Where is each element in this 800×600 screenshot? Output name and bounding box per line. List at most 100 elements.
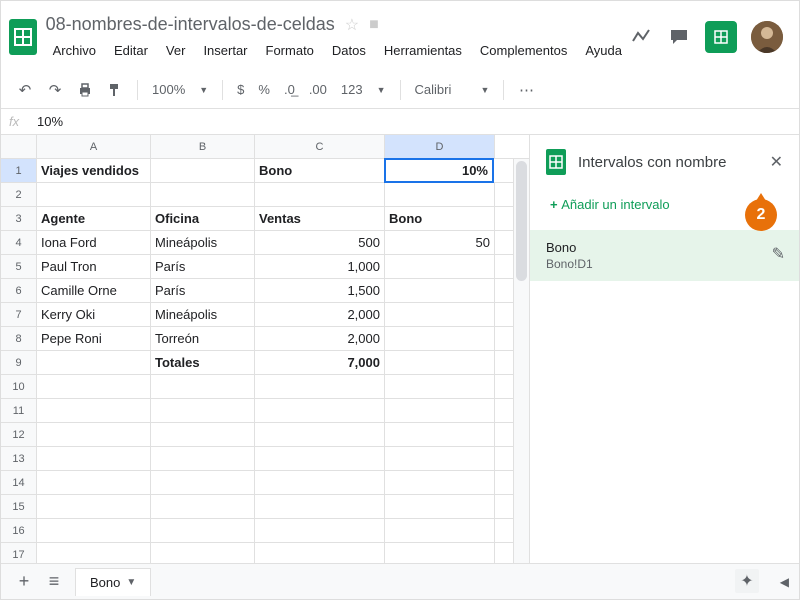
spreadsheet-grid[interactable]: A B C D 1Viajes vendidosBono10%23AgenteO… <box>1 135 529 593</box>
redo-button[interactable]: ↷ <box>43 78 67 102</box>
row-header[interactable]: 11 <box>1 399 37 422</box>
close-icon[interactable]: ✕ <box>770 152 783 172</box>
cell[interactable] <box>385 447 495 470</box>
cell[interactable]: Agente <box>37 207 151 230</box>
cell[interactable]: Viajes vendidos <box>37 159 151 182</box>
cell[interactable]: Kerry Oki <box>37 303 151 326</box>
edit-icon[interactable]: ✎ <box>772 244 785 264</box>
cell[interactable]: Torreón <box>151 327 255 350</box>
sheet-tab-bono[interactable]: Bono ▼ <box>75 568 151 596</box>
cell[interactable]: París <box>151 279 255 302</box>
paint-format-button[interactable] <box>103 78 127 102</box>
undo-button[interactable]: ↶ <box>13 78 37 102</box>
formula-bar[interactable]: fx 10% <box>1 109 799 135</box>
comment-icon[interactable] <box>667 25 691 49</box>
cell[interactable] <box>151 423 255 446</box>
decrease-decimal-button[interactable]: .0̲ <box>280 82 299 97</box>
cell[interactable]: 1,000 <box>255 255 385 278</box>
row-header[interactable]: 12 <box>1 423 37 446</box>
row-header[interactable]: 10 <box>1 375 37 398</box>
cell[interactable]: Ventas <box>255 207 385 230</box>
select-all-corner[interactable] <box>1 135 37 158</box>
cell[interactable] <box>151 375 255 398</box>
row-header[interactable]: 9 <box>1 351 37 374</box>
increase-decimal-button[interactable]: .00 <box>305 82 331 97</box>
menu-ver[interactable]: Ver <box>159 39 193 62</box>
cell[interactable] <box>255 399 385 422</box>
cell[interactable] <box>37 471 151 494</box>
cell[interactable] <box>385 495 495 518</box>
side-panel-toggle[interactable]: ◀ <box>780 575 789 589</box>
cell[interactable] <box>37 423 151 446</box>
cell[interactable]: 1,500 <box>255 279 385 302</box>
cell[interactable] <box>151 447 255 470</box>
percent-button[interactable]: % <box>254 82 274 97</box>
cell[interactable]: 500 <box>255 231 385 254</box>
row-header[interactable]: 5 <box>1 255 37 278</box>
sheets-logo[interactable] <box>9 17 38 57</box>
row-header[interactable]: 8 <box>1 327 37 350</box>
col-header-a[interactable]: A <box>37 135 151 158</box>
folder-icon[interactable]: ■ <box>369 16 379 34</box>
cell[interactable] <box>385 351 495 374</box>
cell[interactable] <box>37 183 151 206</box>
menu-datos[interactable]: Datos <box>325 39 373 62</box>
cell[interactable]: 2,000 <box>255 303 385 326</box>
number-format-button[interactable]: 123 <box>337 82 367 97</box>
menu-archivo[interactable]: Archivo <box>46 39 103 62</box>
col-header-d[interactable]: D <box>385 135 495 158</box>
row-header[interactable]: 14 <box>1 471 37 494</box>
cell[interactable] <box>255 375 385 398</box>
row-header[interactable]: 16 <box>1 519 37 542</box>
cell[interactable]: Mineápolis <box>151 303 255 326</box>
col-header-c[interactable]: C <box>255 135 385 158</box>
cell[interactable]: Paul Tron <box>37 255 151 278</box>
cell[interactable] <box>385 183 495 206</box>
cell[interactable] <box>151 519 255 542</box>
row-header[interactable]: 7 <box>1 303 37 326</box>
cell[interactable] <box>255 471 385 494</box>
cell[interactable]: Iona Ford <box>37 231 151 254</box>
menu-ayuda[interactable]: Ayuda <box>578 39 629 62</box>
cell[interactable] <box>37 495 151 518</box>
cell[interactable] <box>37 399 151 422</box>
zoom-select[interactable]: 100% <box>148 82 189 97</box>
cell[interactable]: Mineápolis <box>151 231 255 254</box>
cell[interactable] <box>385 279 495 302</box>
named-range-item[interactable]: Bono Bono!D1 ✎ <box>530 230 799 281</box>
cell[interactable]: 10% <box>384 158 494 183</box>
cell[interactable] <box>385 399 495 422</box>
star-icon[interactable]: ☆ <box>345 15 359 35</box>
activity-icon[interactable] <box>629 25 653 49</box>
chevron-down-icon[interactable]: ▼ <box>126 577 136 588</box>
doc-title[interactable]: 08-nombres-de-intervalos-de-celdas <box>46 14 335 35</box>
cell[interactable]: Bono <box>385 207 495 230</box>
cell[interactable] <box>37 351 151 374</box>
row-header[interactable]: 3 <box>1 207 37 230</box>
more-toolbar-button[interactable]: ⋯ <box>514 78 538 102</box>
currency-button[interactable]: $ <box>233 82 248 97</box>
cell[interactable] <box>385 423 495 446</box>
cell[interactable]: Oficina <box>151 207 255 230</box>
cell[interactable] <box>37 519 151 542</box>
menu-editar[interactable]: Editar <box>107 39 155 62</box>
share-button[interactable] <box>705 21 737 53</box>
font-select[interactable]: Calibri <box>411 82 471 97</box>
vertical-scrollbar[interactable]: ▼ <box>513 159 529 575</box>
cell[interactable]: Bono <box>255 159 385 182</box>
print-button[interactable] <box>73 78 97 102</box>
cell[interactable] <box>151 183 255 206</box>
cell[interactable] <box>385 327 495 350</box>
cell[interactable]: 50 <box>385 231 495 254</box>
cell[interactable] <box>37 375 151 398</box>
row-header[interactable]: 15 <box>1 495 37 518</box>
cell[interactable] <box>385 519 495 542</box>
cell[interactable] <box>151 399 255 422</box>
cell[interactable] <box>255 495 385 518</box>
avatar[interactable] <box>751 21 783 53</box>
menu-complementos[interactable]: Complementos <box>473 39 574 62</box>
cell[interactable] <box>151 495 255 518</box>
row-header[interactable]: 13 <box>1 447 37 470</box>
row-header[interactable]: 6 <box>1 279 37 302</box>
cell[interactable] <box>37 447 151 470</box>
